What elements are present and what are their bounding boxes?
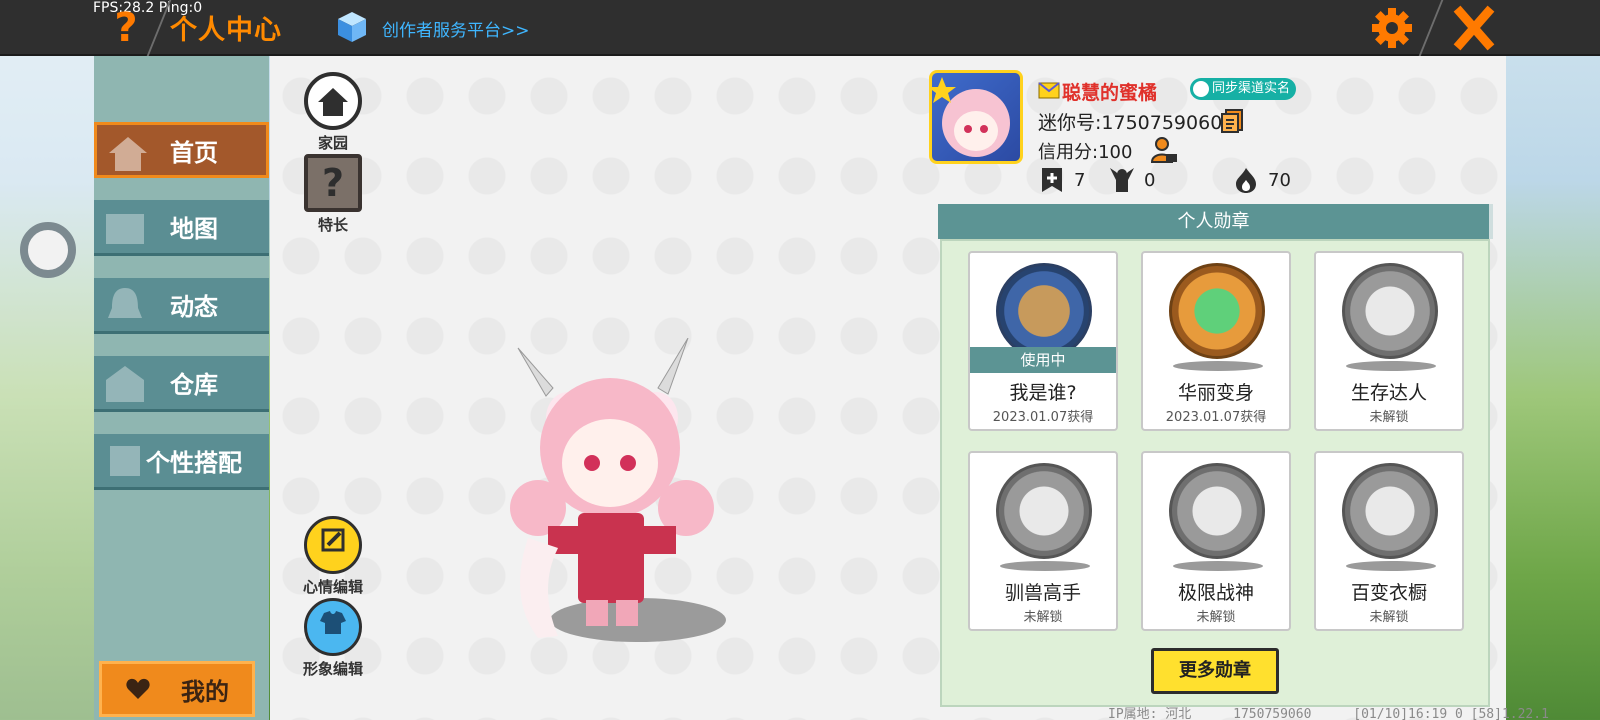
mine-label: 我的 xyxy=(181,677,229,706)
heart-icon xyxy=(126,678,150,699)
house-icon xyxy=(304,72,362,130)
floating-record-button[interactable] xyxy=(20,222,76,278)
sidebar-item-warehouse[interactable]: 仓库 xyxy=(94,356,269,412)
top-bar: FPS:28.2 Ping:0 ? 个人中心 创作者服务平台>> xyxy=(0,0,1600,56)
medal-who-am-i-icon xyxy=(996,263,1092,359)
creator-platform-link[interactable]: 创作者服务平台>> xyxy=(382,16,530,41)
medal-survival-icon xyxy=(1342,263,1438,359)
image-icon xyxy=(106,214,144,244)
shirt-icon xyxy=(304,598,362,656)
mood-edit-label: 心情编辑 xyxy=(302,578,363,596)
medal-shadow xyxy=(1173,561,1263,571)
sidebar-item-map[interactable]: 地图 xyxy=(94,200,269,256)
medal-card[interactable]: 使用中 我是谁? 2023.01.07获得 xyxy=(968,251,1118,431)
question-icon[interactable]: ? xyxy=(106,6,146,50)
divider xyxy=(1418,0,1444,56)
specialty-button[interactable]: ? 特长 xyxy=(300,154,366,235)
medal-transform-icon xyxy=(1169,263,1265,359)
medal-status: 2023.01.07获得 xyxy=(992,410,1094,425)
sidebar-item-label: 首页 xyxy=(170,138,218,167)
sidebar-item-outfit[interactable]: 个性搭配 xyxy=(94,434,269,490)
credit-score: 信用分:100 xyxy=(1038,142,1133,163)
bookmark-plus-icon xyxy=(1042,168,1062,192)
warehouse-icon xyxy=(106,366,144,402)
cube-icon[interactable] xyxy=(336,10,368,44)
medal-name: 生存达人 xyxy=(1350,382,1427,404)
specialty-label: 特长 xyxy=(317,216,348,234)
credit-user-icon[interactable] xyxy=(1150,136,1178,164)
house-icon xyxy=(109,137,147,171)
mood-edit-button[interactable]: 心情编辑 xyxy=(300,516,366,597)
sidebar-item-label: 个性搭配 xyxy=(146,449,242,477)
medal-status: 未解锁 xyxy=(1023,610,1063,625)
sidebar: 首页 地图 动态 仓库 个性搭配 xyxy=(94,56,269,720)
sidebar-item-label: 仓库 xyxy=(170,371,218,399)
stat-fans: 0 xyxy=(1108,166,1155,194)
medal-status: 2023.01.07获得 xyxy=(1165,410,1267,425)
username: 聪慧的蜜橘 xyxy=(1062,82,1158,104)
sidebar-item-label: 动态 xyxy=(170,293,218,321)
medal-grid: 使用中 我是谁? 2023.01.07获得 华丽变身 2023.01.07获得 … xyxy=(940,239,1490,707)
mine-button[interactable]: 我的 xyxy=(99,661,255,717)
sync-badge-label: 同步渠道实名 xyxy=(1212,81,1291,96)
edit-icon xyxy=(304,516,362,574)
character-icon xyxy=(110,446,140,476)
medal-boss-icon xyxy=(1169,463,1265,559)
footer-info: IP属地: 河北 1750759060 [01/10]16:19 0 [58]1… xyxy=(1108,703,1583,720)
vip-badge-icon xyxy=(1038,82,1060,99)
medal-card[interactable]: 生存达人 未解锁 xyxy=(1314,251,1464,431)
flame-icon xyxy=(1236,168,1256,193)
medal-shadow xyxy=(1346,561,1436,571)
heat-count: 70 xyxy=(1268,169,1291,191)
medal-name: 我是谁? xyxy=(1009,382,1077,404)
medal-section-header: 个人勋章 xyxy=(938,204,1493,239)
stat-likes: 7 xyxy=(1038,166,1085,194)
stat-heat: 70 xyxy=(1232,166,1291,194)
likes-count: 7 xyxy=(1074,169,1086,191)
close-icon[interactable] xyxy=(1452,4,1496,52)
session-info: [01/10]16:19 0 [58]1.22.1 xyxy=(1353,707,1549,720)
mini-id: 迷你号:1750759060 xyxy=(1038,112,1223,134)
medal-card[interactable]: 极限战神 未解锁 xyxy=(1141,451,1291,631)
medal-card[interactable]: 百变衣橱 未解锁 xyxy=(1314,451,1464,631)
medal-name: 驯兽高手 xyxy=(1004,582,1081,604)
gear-icon[interactable] xyxy=(1368,6,1416,50)
character-avatar[interactable] xyxy=(498,338,738,650)
home-label: 家园 xyxy=(317,134,348,152)
home-garden-button[interactable]: 家园 xyxy=(300,72,366,153)
ip-location: IP属地: 河北 xyxy=(1108,707,1192,720)
left-strip xyxy=(0,56,94,720)
medal-beast-tamer-icon xyxy=(996,463,1092,559)
medal-name: 极限战神 xyxy=(1177,582,1254,604)
medal-card[interactable]: 驯兽高手 未解锁 xyxy=(968,451,1118,631)
in-use-tag: 使用中 xyxy=(970,347,1116,373)
user-icon xyxy=(1193,81,1209,97)
medal-status: 未解锁 xyxy=(1196,610,1236,625)
sidebar-item-feed[interactable]: 动态 xyxy=(94,278,269,334)
medal-name: 华丽变身 xyxy=(1177,382,1254,404)
fan-cheer-icon xyxy=(1110,168,1134,192)
look-edit-button[interactable]: 形象编辑 xyxy=(300,598,366,679)
footer-id: 1750759060 xyxy=(1233,707,1312,720)
medal-status: 未解锁 xyxy=(1369,410,1409,425)
medal-shadow xyxy=(1173,361,1263,371)
page-title: 个人中心 xyxy=(170,15,282,46)
question-box-icon: ? xyxy=(304,154,362,212)
medal-wardrobe-icon xyxy=(1342,463,1438,559)
bell-icon xyxy=(108,288,142,318)
sidebar-item-home[interactable]: 首页 xyxy=(94,122,269,178)
sync-realname-badge[interactable]: 同步渠道实名 xyxy=(1190,78,1297,100)
more-medals-button[interactable]: 更多勋章 xyxy=(1151,648,1279,694)
avatar[interactable] xyxy=(929,70,1023,164)
medal-shadow xyxy=(1346,361,1436,371)
fans-count: 0 xyxy=(1144,169,1156,191)
look-edit-label: 形象编辑 xyxy=(302,660,363,678)
copy-icon[interactable] xyxy=(1220,108,1244,134)
medal-card[interactable]: 华丽变身 2023.01.07获得 xyxy=(1141,251,1291,431)
sidebar-item-label: 地图 xyxy=(170,215,218,243)
medal-shadow xyxy=(1000,561,1090,571)
medal-status: 未解锁 xyxy=(1369,610,1409,625)
medal-name: 百变衣橱 xyxy=(1350,582,1427,604)
